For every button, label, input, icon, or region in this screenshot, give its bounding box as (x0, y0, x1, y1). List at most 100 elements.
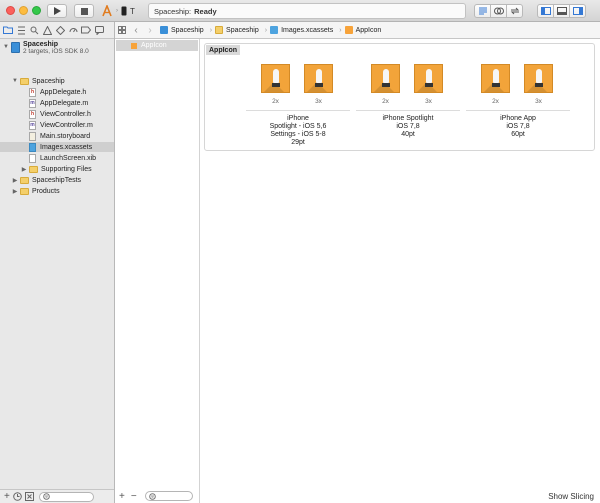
add-file-button[interactable]: + (4, 491, 10, 502)
chevron-right-icon: › (209, 26, 213, 34)
remove-asset-button[interactable]: − (131, 491, 137, 502)
icon-slot[interactable]: 3x (524, 64, 553, 105)
recent-files-icon[interactable] (13, 492, 22, 501)
scheme-device-label: T (130, 6, 135, 16)
assistant-editor-icon (493, 7, 504, 15)
tree-item-appdelegate-m[interactable]: m AppDelegate.m (0, 98, 114, 108)
run-button[interactable] (47, 4, 67, 18)
app-icon-image (304, 64, 333, 93)
navigator-footer: + (0, 489, 114, 503)
stop-button[interactable] (74, 4, 94, 18)
show-slicing-button[interactable]: Show Slicing (548, 492, 594, 501)
icon-slot[interactable]: 3x (304, 64, 333, 105)
device-icon (121, 6, 127, 16)
related-items-button[interactable] (115, 23, 129, 37)
tree-item-spaceshiptests[interactable]: ▶ SpaceshipTests (0, 175, 114, 185)
asset-filter-field[interactable] (144, 491, 193, 501)
back-button[interactable]: ‹ (129, 23, 143, 37)
icon-group-label: iPhone Spotlight iOS 7,8 40pt (356, 115, 460, 139)
toggle-navigator-button[interactable] (537, 4, 554, 18)
tree-item-label: AppDelegate.h (40, 88, 87, 96)
project-subtitle: 2 targets, iOS SDK 8.0 (23, 48, 89, 55)
warning-icon (42, 25, 52, 35)
disclosure-closed-icon[interactable]: ▶ (12, 177, 18, 184)
project-root[interactable]: ▼ Spaceship 2 targets, iOS SDK 8.0 (0, 41, 114, 63)
toggle-utilities-button[interactable] (569, 4, 586, 18)
standard-editor-button[interactable] (474, 4, 491, 18)
tree-item-main-storyboard[interactable]: Main.storyboard (0, 131, 114, 141)
hierarchy-icon (17, 26, 25, 34)
tab-test-navigator[interactable] (55, 25, 65, 35)
breadcrumb-item[interactable]: Spaceship (226, 27, 259, 34)
chevron-left-icon: ‹ (134, 24, 138, 36)
group-divider (246, 110, 350, 111)
appicon-set: AppIcon 2x 3x iPhone Spotlight - iOS 5,6… (204, 43, 595, 151)
tree-item-images-xcassets[interactable]: Images.xcassets (0, 142, 114, 152)
minimize-window-button[interactable] (19, 6, 28, 15)
toggle-debug-area-button[interactable] (553, 4, 570, 18)
tab-find-navigator[interactable] (29, 25, 39, 35)
folder-icon (20, 176, 29, 184)
version-editor-icon (510, 7, 519, 15)
tree-item-launchscreen-xib[interactable]: LaunchScreen.xib (0, 153, 114, 163)
tree-item-label: ViewController.h (40, 110, 91, 118)
navigator-filter-field[interactable] (38, 491, 94, 502)
assistant-editor-button[interactable] (490, 4, 507, 18)
app-icon-set-icon (344, 26, 353, 34)
status-project: Spaceship: (154, 6, 192, 16)
asset-set-label: AppIcon (141, 42, 167, 49)
standard-editor-icon (478, 7, 487, 15)
icon-slot[interactable]: 2x (481, 64, 510, 105)
tree-item-spaceship-group[interactable]: ▼ Spaceship (0, 76, 114, 86)
asset-set-item-appicon[interactable]: AppIcon (116, 40, 198, 51)
activity-status-bar: Spaceship: Ready (148, 3, 466, 19)
tree-item-appdelegate-h[interactable]: h AppDelegate.h (0, 87, 114, 97)
tree-item-label: Main.storyboard (40, 132, 91, 140)
tab-project-navigator[interactable] (3, 25, 13, 35)
close-window-button[interactable] (6, 6, 15, 15)
disclosure-open-icon[interactable]: ▼ (3, 44, 9, 50)
tab-report-navigator[interactable] (94, 25, 104, 35)
tree-item-products[interactable]: ▶ Products (0, 186, 114, 196)
icon-slot[interactable]: 2x (371, 64, 400, 105)
tab-debug-navigator[interactable] (68, 25, 78, 35)
scale-label: 3x (315, 98, 322, 105)
add-asset-button[interactable]: + (119, 491, 125, 502)
breadcrumb-item[interactable]: Images.xcassets (281, 27, 333, 34)
status-text: Ready (194, 6, 217, 16)
tab-symbol-navigator[interactable] (16, 25, 26, 35)
tree-item-label: AppDelegate.m (40, 99, 89, 107)
disclosure-closed-icon[interactable]: ▶ (12, 188, 18, 195)
app-icon-image (414, 64, 443, 93)
tab-breakpoint-navigator[interactable] (81, 25, 91, 35)
source-control-filter-icon[interactable] (24, 492, 34, 501)
breadcrumb-item[interactable]: AppIcon (356, 27, 382, 34)
group-divider (466, 110, 570, 111)
tree-item-viewcontroller-h[interactable]: h ViewController.h (0, 109, 114, 119)
implementation-file-icon: m (29, 98, 36, 108)
forward-button[interactable]: › (143, 23, 157, 37)
zoom-window-button[interactable] (32, 6, 41, 15)
tree-item-label: Supporting Files (41, 165, 92, 173)
disclosure-open-icon[interactable]: ▼ (12, 78, 18, 84)
breadcrumb-item[interactable]: Spaceship (171, 27, 204, 34)
scheme-selector[interactable]: › T (101, 4, 145, 18)
version-editor-button[interactable] (506, 4, 523, 18)
tree-item-supporting-files[interactable]: ▶ Supporting Files (0, 164, 114, 174)
asset-catalog-editor: AppIcon 2x 3x iPhone Spotlight - iOS 5,6… (200, 39, 600, 503)
group-label-line: Spotlight - iOS 5,6 (269, 123, 327, 130)
group-label-line: iOS 7,8 (396, 123, 420, 130)
tab-issue-navigator[interactable] (42, 25, 52, 35)
xib-file-icon (29, 153, 36, 163)
navigator-tabs (0, 22, 114, 39)
asset-catalog-icon (270, 26, 279, 34)
disclosure-closed-icon[interactable]: ▶ (21, 166, 27, 173)
icon-slot[interactable]: 2x (261, 64, 290, 105)
group-label-line: 29pt (291, 139, 305, 146)
tree-item-label: Spaceship (32, 77, 65, 85)
tree-item-viewcontroller-m[interactable]: m ViewController.m (0, 120, 114, 130)
tree-item-label: Products (32, 187, 60, 195)
asset-set-title: AppIcon (206, 45, 240, 55)
icon-slot[interactable]: 3x (414, 64, 443, 105)
stop-icon (80, 7, 88, 15)
